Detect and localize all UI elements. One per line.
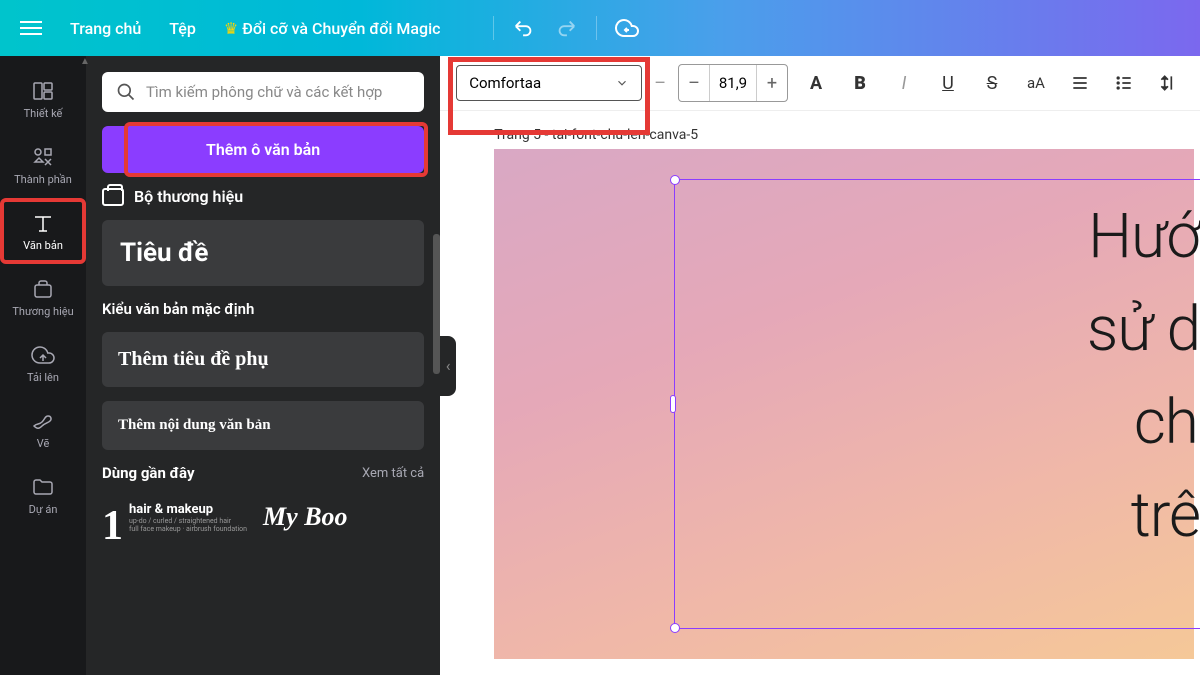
body-preset[interactable]: Thêm nội dung văn bản — [102, 401, 424, 450]
home-link[interactable]: Trang chủ — [70, 19, 141, 38]
page-title: Trang 5 - tai-font-chu-len-canva-5 — [494, 127, 1200, 143]
canvas-area: Comfortaa – – 81,9 + A B I U S aA — [440, 56, 1200, 675]
list-button[interactable] — [1108, 67, 1140, 99]
chevron-down-icon — [615, 76, 629, 90]
sidebar-item-elements[interactable]: Thành phần — [0, 132, 86, 198]
recent-item-2[interactable]: My Boo — [263, 502, 348, 550]
sidebar-label: Vẽ — [37, 437, 50, 450]
sidebar-item-draw[interactable]: Vẽ — [0, 396, 86, 462]
spacing-button[interactable] — [1152, 67, 1184, 99]
caret-icon: ▲ — [80, 56, 90, 67]
sidebar-label: Thương hiệu — [12, 305, 73, 318]
default-styles-label: Kiểu văn bản mặc định — [102, 300, 424, 318]
text-content[interactable]: Hướn sử dụ chữ trên — [675, 180, 1200, 572]
brand-icon — [31, 277, 55, 301]
text-icon — [31, 211, 55, 235]
sidebar-label: Thiết kế — [24, 107, 63, 120]
font-family-select[interactable]: Comfortaa — [456, 65, 642, 101]
redo-icon[interactable] — [554, 16, 578, 40]
divider — [493, 16, 494, 40]
strikethrough-button[interactable]: S — [976, 67, 1008, 99]
elements-icon — [31, 145, 55, 169]
search-input[interactable] — [146, 83, 410, 101]
design-canvas[interactable]: Hướn sử dụ chữ trên — [494, 149, 1194, 659]
selected-text-box[interactable]: Hướn sử dụ chữ trên — [674, 179, 1200, 629]
font-size-control: – 81,9 + — [678, 64, 788, 102]
text-panel: ▲ Thêm ô văn bản Bộ thương hiệu Tiêu đề … — [86, 56, 440, 675]
increase-size-button[interactable]: + — [757, 65, 787, 101]
sidebar-item-design[interactable]: Thiết kế — [0, 66, 86, 132]
align-button[interactable] — [1064, 67, 1096, 99]
add-text-button[interactable]: Thêm ô văn bản — [102, 126, 424, 173]
text-case-button[interactable]: aA — [1020, 67, 1052, 99]
see-all-link[interactable]: Xem tất cả — [362, 466, 424, 481]
underline-button[interactable]: U — [932, 67, 964, 99]
folder-icon — [31, 475, 55, 499]
undo-icon[interactable] — [512, 16, 536, 40]
italic-button[interactable]: I — [888, 67, 920, 99]
recent-label: Dùng gần đây — [102, 464, 195, 482]
scrollbar[interactable] — [433, 234, 440, 374]
cloud-sync-icon[interactable] — [615, 16, 639, 40]
recent-item-1[interactable]: 1 hair & makeup up-do / curled / straigh… — [102, 502, 247, 550]
sidebar-item-text[interactable]: Văn bản — [0, 198, 86, 264]
divider — [596, 16, 597, 40]
menu-icon[interactable] — [20, 21, 42, 35]
text-toolbar: Comfortaa – – 81,9 + A B I U S aA — [440, 56, 1200, 111]
upload-icon — [31, 343, 55, 367]
sidebar-label: Văn bản — [23, 239, 63, 252]
text-color-button[interactable]: A — [800, 67, 832, 99]
design-icon — [31, 79, 55, 103]
search-icon — [116, 82, 136, 102]
collapse-panel-icon[interactable]: ‹ — [440, 336, 456, 396]
sidebar-item-brand[interactable]: Thương hiệu — [0, 264, 86, 330]
brand-kit-header[interactable]: Bộ thương hiệu — [102, 187, 424, 206]
top-toolbar: Trang chủ Tệp ♛ Đổi cỡ và Chuyển đổi Mag… — [0, 0, 1200, 56]
minus-icon[interactable]: – — [654, 73, 666, 94]
magic-resize[interactable]: ♛ Đổi cỡ và Chuyển đổi Magic — [224, 19, 441, 38]
font-search[interactable] — [102, 72, 424, 112]
file-menu[interactable]: Tệp — [169, 19, 196, 38]
bold-button[interactable]: B — [844, 67, 876, 99]
decrease-size-button[interactable]: – — [679, 65, 709, 101]
crown-icon: ♛ — [224, 19, 238, 38]
sidebar-label: Thành phần — [14, 173, 72, 186]
left-sidebar: Thiết kế Thành phần Văn bản Thương hiệu … — [0, 56, 86, 675]
draw-icon — [31, 409, 55, 433]
sidebar-label: Dự án — [29, 503, 58, 516]
briefcase-icon — [102, 188, 124, 206]
subheading-preset[interactable]: Thêm tiêu đề phụ — [102, 332, 424, 387]
font-size-input[interactable]: 81,9 — [709, 65, 757, 101]
sidebar-item-upload[interactable]: Tải lên — [0, 330, 86, 396]
heading-preset[interactable]: Tiêu đề — [102, 220, 424, 286]
sidebar-label: Tải lên — [27, 371, 59, 384]
resize-handle[interactable] — [670, 395, 676, 413]
sidebar-item-projects[interactable]: Dự án — [0, 462, 86, 528]
resize-handle[interactable] — [670, 623, 680, 633]
